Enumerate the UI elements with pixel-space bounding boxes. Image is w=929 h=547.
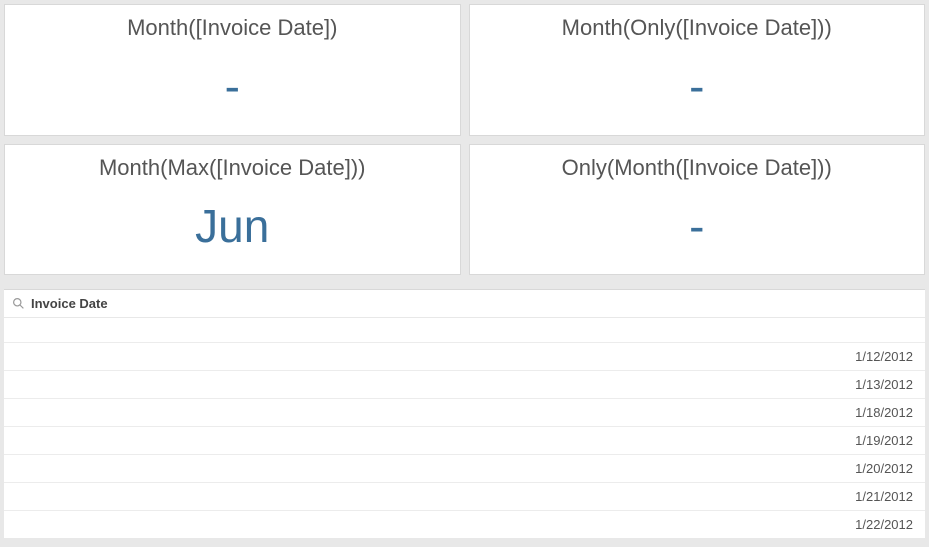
list-header-label: Invoice Date [31, 296, 108, 311]
kpi-card[interactable]: Month([Invoice Date]) - [4, 4, 461, 136]
kpi-title: Month(Only([Invoice Date])) [562, 15, 832, 41]
kpi-value: Jun [195, 189, 269, 265]
list-panel: Invoice Date 1/12/2012 1/13/2012 1/18/20… [4, 289, 925, 538]
list-spacer [4, 318, 925, 342]
kpi-card[interactable]: Month(Max([Invoice Date])) Jun [4, 144, 461, 276]
kpi-grid: Month([Invoice Date]) - Month(Only([Invo… [0, 0, 929, 275]
list-item[interactable]: 1/12/2012 [4, 342, 925, 370]
list-header[interactable]: Invoice Date [4, 290, 925, 318]
kpi-title: Month([Invoice Date]) [127, 15, 337, 41]
list-item[interactable]: 1/13/2012 [4, 370, 925, 398]
kpi-value: - [689, 189, 704, 265]
kpi-title: Only(Month([Invoice Date])) [562, 155, 832, 181]
kpi-value: - [225, 49, 240, 125]
kpi-card[interactable]: Only(Month([Invoice Date])) - [469, 144, 926, 276]
list-item[interactable]: 1/22/2012 [4, 510, 925, 538]
list-item[interactable]: 1/20/2012 [4, 454, 925, 482]
kpi-value: - [689, 49, 704, 125]
list-item[interactable]: 1/21/2012 [4, 482, 925, 510]
search-icon [12, 297, 25, 310]
kpi-card[interactable]: Month(Only([Invoice Date])) - [469, 4, 926, 136]
list-item[interactable]: 1/19/2012 [4, 426, 925, 454]
divider [0, 275, 929, 285]
kpi-title: Month(Max([Invoice Date])) [99, 155, 366, 181]
list-item[interactable]: 1/18/2012 [4, 398, 925, 426]
